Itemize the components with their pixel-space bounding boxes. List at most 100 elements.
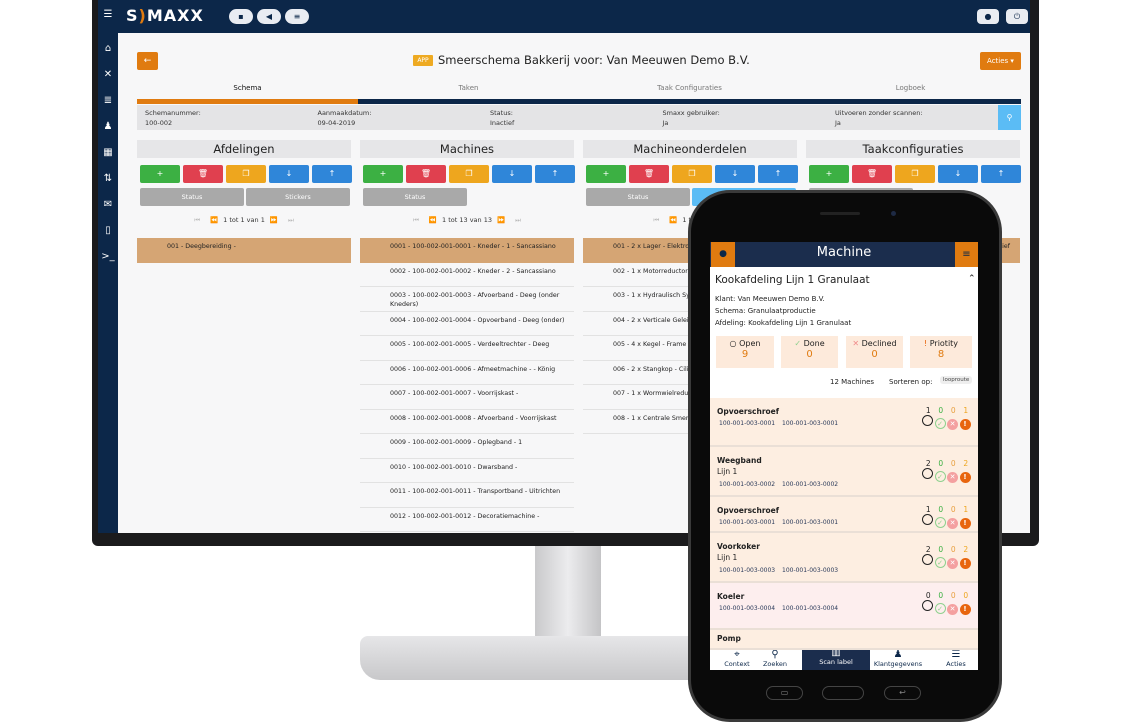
info-label: Schemanummer: xyxy=(145,109,201,117)
nav-acties[interactable]: ☰ Acties xyxy=(936,649,976,668)
database-icon[interactable]: ≣ xyxy=(98,95,118,106)
next-page-icon[interactable]: ⏩ xyxy=(270,216,278,224)
stat-declined[interactable]: ✕ Declined 0 xyxy=(846,336,903,368)
add-button[interactable]: + xyxy=(586,165,626,183)
tools-icon[interactable]: ✕ xyxy=(98,69,118,80)
acties-dropdown[interactable]: Acties ▾ xyxy=(980,52,1021,70)
list-item[interactable]: 0003 - 100-002-001-0003 - Afvoerband - D… xyxy=(360,287,574,312)
back-button[interactable]: ← xyxy=(137,52,158,70)
megaphone-icon[interactable]: ◀ xyxy=(257,9,281,24)
clipboard-icon[interactable]: ▪ xyxy=(229,9,253,24)
users-icon[interactable]: ♟ xyxy=(98,121,118,132)
qrcode-icon[interactable]: ▦ xyxy=(98,147,118,158)
machine-row[interactable]: Opvoerschroef 100-001-003-0001 100-001-003… xyxy=(710,497,978,533)
list-item[interactable]: 0001 - 100-002-001-0001 - Kneder - 1 - S… xyxy=(360,238,574,263)
prev-page-icon[interactable]: ⏪ xyxy=(210,216,218,224)
next-page-icon[interactable]: ⏩ xyxy=(497,216,505,224)
list-item[interactable]: 0002 - 100-002-001-0002 - Kneder - 2 - S… xyxy=(360,263,574,287)
pagination-text: 1 tot 1 van 1 xyxy=(223,216,265,224)
count-value: 1 xyxy=(925,406,931,415)
tab-schema[interactable]: Schema xyxy=(137,84,358,92)
list-item[interactable]: 0011 - 100-002-001-0011 - Transportband … xyxy=(360,483,574,508)
move-up-button[interactable]: ↑ xyxy=(535,165,575,183)
monitor-stand-neck xyxy=(535,545,601,645)
copy-button[interactable]: ❐ xyxy=(672,165,712,183)
copy-button[interactable]: ❐ xyxy=(226,165,266,183)
move-down-button[interactable]: ↓ xyxy=(492,165,532,183)
declined-icon: ✕ xyxy=(947,604,958,615)
add-button[interactable]: + xyxy=(140,165,180,183)
machine-row[interactable]: Voorkoker Lijn 1 100-001-003-0003 100-001-0… xyxy=(710,533,978,583)
stat-done[interactable]: ✓ Done 0 xyxy=(781,336,838,368)
count-value: 0 xyxy=(925,591,931,600)
recent-apps-button[interactable]: ▭ xyxy=(766,686,803,700)
stickers-button[interactable]: Stickers xyxy=(246,188,350,206)
machine-code: 100-001-003-0001 xyxy=(782,420,839,427)
sliders-icon[interactable]: ≡ xyxy=(285,9,309,24)
tab-taak-configuraties[interactable]: Taak Configuraties xyxy=(579,84,800,92)
tab-logboek[interactable]: Logboek xyxy=(800,84,1021,92)
back-hw-button[interactable]: ↩ xyxy=(884,686,921,700)
list-item[interactable]: 0004 - 100-002-001-0004 - Opvoerband - D… xyxy=(360,312,574,336)
sort-select[interactable]: looproute xyxy=(940,376,973,384)
tab-taken[interactable]: Taken xyxy=(358,84,579,92)
last-page-icon[interactable]: ⏭ xyxy=(515,216,521,224)
copy-button[interactable]: ❐ xyxy=(449,165,489,183)
delete-button[interactable]: 🗑 xyxy=(406,165,446,183)
list-item[interactable]: 0005 - 100-002-001-0005 - Verdeeltrechte… xyxy=(360,336,574,361)
count-value: 0 xyxy=(938,406,944,415)
stat-open[interactable]: ○ Open 9 xyxy=(716,336,774,368)
transfer-icon[interactable]: ⇅ xyxy=(98,173,118,184)
list-item[interactable]: 0008 - 100-002-001-0008 - Afvoerband - V… xyxy=(360,410,574,434)
menu-icon[interactable]: ☰ xyxy=(98,9,118,21)
user-icon[interactable]: ● xyxy=(977,9,999,24)
list-item[interactable]: 0009 - 100-002-001-0009 - Oplegband - 1 xyxy=(360,434,574,459)
logout-icon[interactable]: ⏻ xyxy=(1006,9,1028,24)
nav-klantgegevens[interactable]: ♟ Klantgegevens xyxy=(867,649,929,668)
move-up-button[interactable]: ↑ xyxy=(758,165,798,183)
move-down-button[interactable]: ↓ xyxy=(938,165,978,183)
terminal-icon[interactable]: >_ xyxy=(98,251,118,262)
list-item[interactable]: 0010 - 100-002-001-0010 - Dwarsband - xyxy=(360,459,574,483)
nav-context[interactable]: ⌖ Context xyxy=(717,649,757,668)
delete-button[interactable]: 🗑 xyxy=(629,165,669,183)
list-item[interactable]: 001 - Deegbereiding - xyxy=(137,238,351,263)
move-down-button[interactable]: ↓ xyxy=(269,165,309,183)
move-down-button[interactable]: ↓ xyxy=(715,165,755,183)
list-item[interactable]: 0006 - 100-002-001-0006 - Afmeetmachine … xyxy=(360,361,574,385)
collapse-chevron-icon[interactable]: ⌃ xyxy=(968,274,976,284)
add-button[interactable]: + xyxy=(809,165,849,183)
add-button[interactable]: + xyxy=(363,165,403,183)
machine-row[interactable]: Koeler 100-001-003-0004 100-001-003-0004 0 0… xyxy=(710,583,978,630)
list-item[interactable]: 0012 - 100-002-001-0012 - Decoratiemachi… xyxy=(360,508,574,532)
copy-button[interactable]: ❐ xyxy=(895,165,935,183)
status-button[interactable]: Status xyxy=(363,188,467,206)
delete-button[interactable]: 🗑 xyxy=(183,165,223,183)
last-page-icon[interactable]: ⏭ xyxy=(288,216,294,224)
status-button[interactable]: Status xyxy=(586,188,690,206)
move-up-button[interactable]: ↑ xyxy=(981,165,1021,183)
home-icon[interactable]: ⌂ xyxy=(98,43,118,54)
machine-count: 12 Machines xyxy=(830,378,875,386)
move-up-button[interactable]: ↑ xyxy=(312,165,352,183)
home-button[interactable] xyxy=(822,686,864,700)
nav-zoeken[interactable]: ⚲ Zoeken xyxy=(755,649,795,668)
machine-row[interactable]: Opvoerschroef 100-001-003-0001 100-001-003… xyxy=(710,398,978,447)
stat-priotity[interactable]: ! Priotity 8 xyxy=(910,336,972,368)
list-item[interactable]: 0007 - 100-002-001-0007 - Voorrijskast - xyxy=(360,385,574,410)
search-button[interactable]: ⚲ xyxy=(998,105,1021,130)
prev-page-icon[interactable]: ⏪ xyxy=(669,216,677,224)
delete-button[interactable]: 🗑 xyxy=(852,165,892,183)
first-page-icon[interactable]: ⏮ xyxy=(194,216,200,224)
machine-row[interactable]: Weegband Lijn 1 100-001-003-0002 100-001-00… xyxy=(710,447,978,497)
first-page-icon[interactable]: ⏮ xyxy=(413,216,419,224)
stat-label: Declined xyxy=(861,339,897,348)
prev-page-icon[interactable]: ⏪ xyxy=(429,216,437,224)
open-icon xyxy=(922,514,933,525)
mail-icon[interactable]: ✉ xyxy=(98,199,118,210)
first-page-icon[interactable]: ⏮ xyxy=(653,216,659,224)
open-icon xyxy=(922,468,933,479)
machine-row[interactable]: Pomp xyxy=(710,630,978,650)
mobile-icon[interactable]: ▯ xyxy=(98,225,118,236)
status-button[interactable]: Status xyxy=(140,188,244,206)
